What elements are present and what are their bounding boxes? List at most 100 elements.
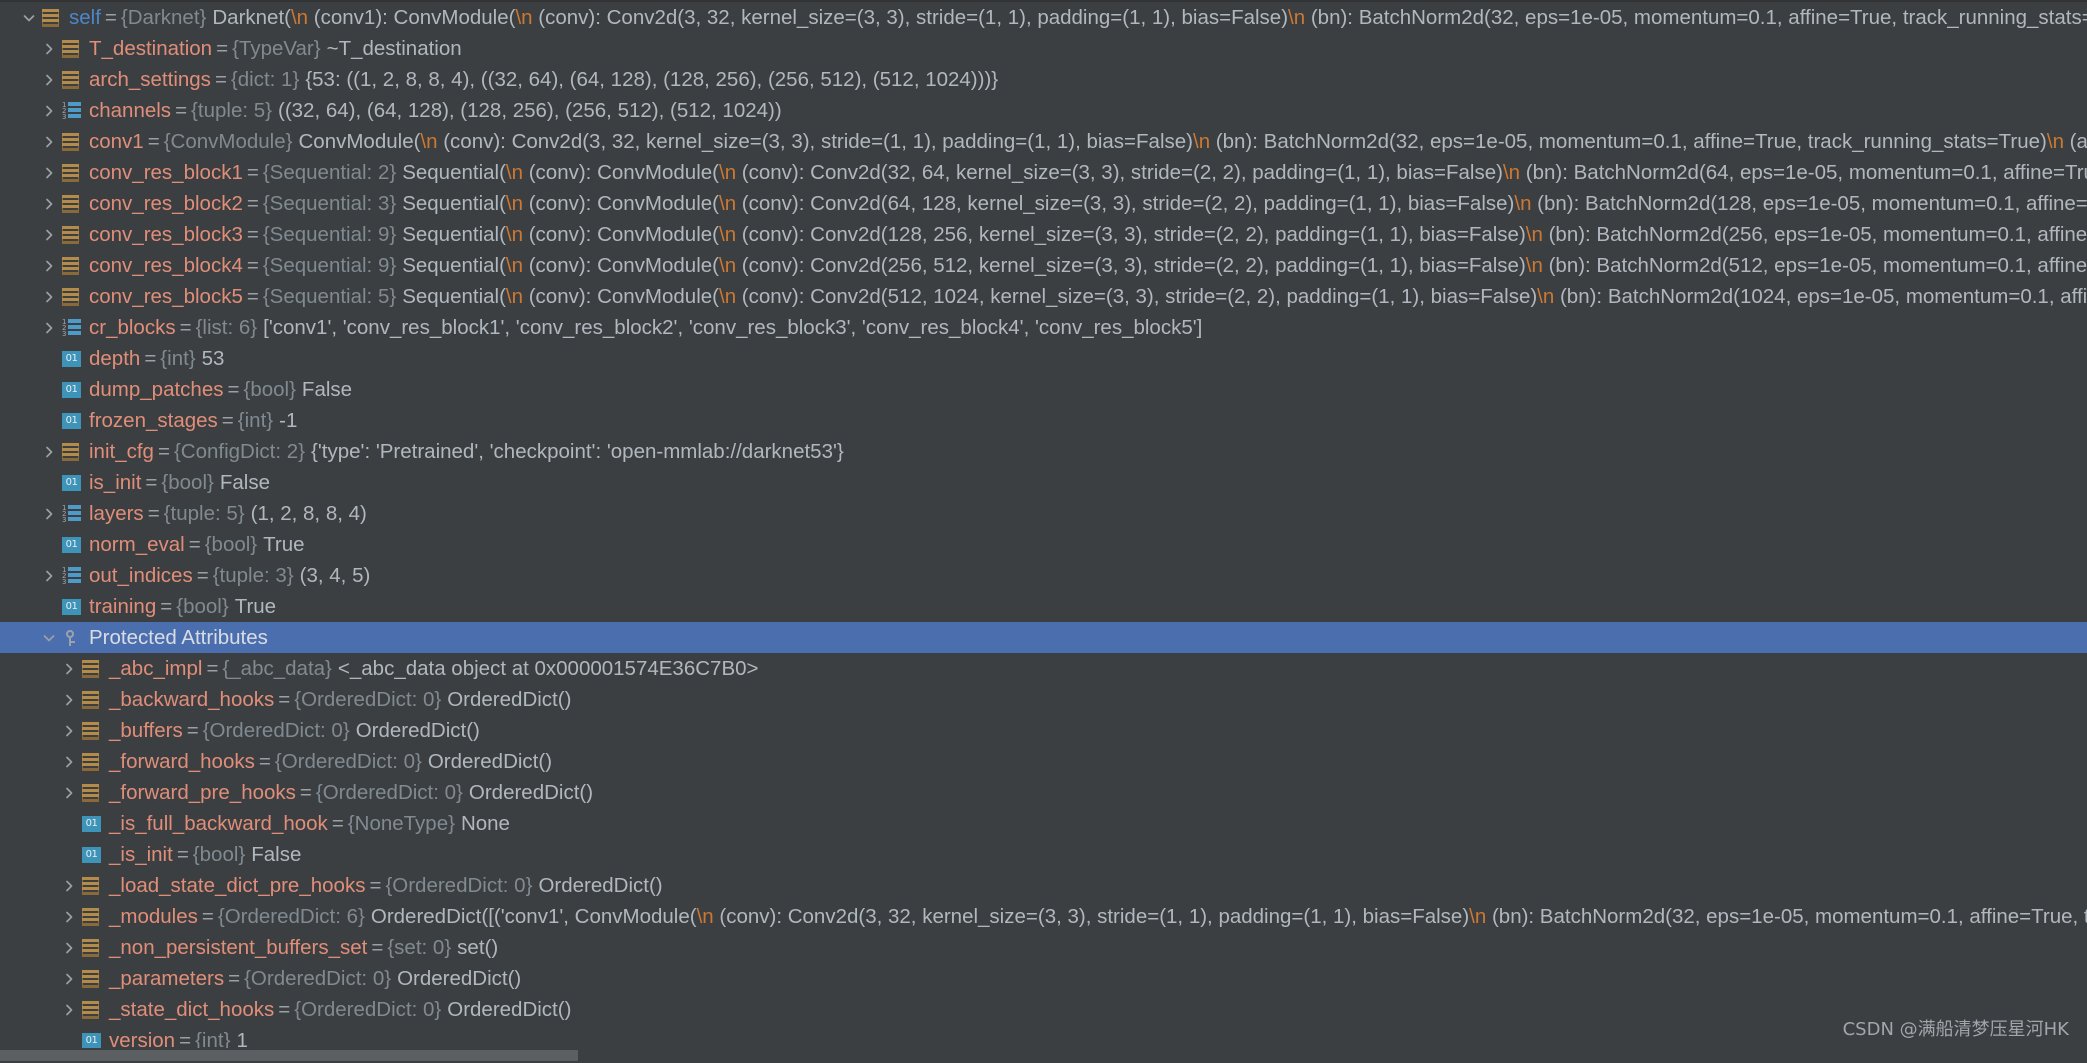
chevron-right-icon[interactable] [58, 777, 80, 808]
object-icon [80, 777, 102, 808]
escape-sequence: \n [1525, 254, 1543, 277]
equals-sign: = [201, 905, 214, 928]
variable-value: OrderedDict() [538, 874, 663, 897]
group-label: Protected Attributes [89, 626, 268, 649]
chevron-right-icon[interactable] [38, 498, 60, 529]
tree-variable-row[interactable]: _forward_hooks = {OrderedDict: 0} OrderedDi… [0, 746, 2087, 777]
tree-variable-row[interactable]: 1 2 3 layers = {tuple: 5} (1, 2, 8, 8, 4) [0, 498, 2087, 529]
chevron-right-icon[interactable] [38, 560, 60, 591]
chevron-right-icon[interactable] [58, 963, 80, 994]
chevron-right-icon[interactable] [38, 188, 60, 219]
variable-name: conv_res_block3 [89, 223, 243, 246]
tree-variable-row[interactable]: _load_state_dict_pre_hooks = {OrderedDict:… [0, 870, 2087, 901]
variable-value: False [301, 378, 353, 401]
variable-name: _modules [109, 905, 198, 928]
equals-sign: = [278, 688, 291, 711]
escape-sequence: \n [420, 130, 438, 153]
tree-variable-row[interactable]: T_destination = {TypeVar} ~T_destination [0, 33, 2087, 64]
chevron-right-icon[interactable] [58, 653, 80, 684]
variable-type: {Sequential: 5} [262, 285, 397, 308]
variable-type: {tuple: 5} [163, 502, 245, 525]
tree-variable-row[interactable]: _modules = {OrderedDict: 6} OrderedDict([('… [0, 901, 2087, 932]
escape-sequence: \n [515, 6, 533, 29]
variable-value: OrderedDict() [355, 719, 480, 742]
chevron-right-icon[interactable] [38, 126, 60, 157]
chevron-right-icon[interactable] [38, 33, 60, 64]
horizontal-scrollbar[interactable] [0, 1048, 2087, 1063]
tree-variable-row[interactable]: _non_persistent_buffers_set = {set: 0} set(… [0, 932, 2087, 963]
chevron-right-icon[interactable] [58, 746, 80, 777]
tree-variable-row[interactable]: _abc_impl = {_abc_data} <_abc_data object a… [0, 653, 2087, 684]
variables-tree[interactable]: self = {Darknet} Darknet(\n (conv1): ConvMo… [0, 2, 2087, 1052]
object-icon [80, 901, 102, 932]
horizontal-scrollbar-thumb[interactable] [0, 1050, 578, 1061]
equals-sign: = [331, 812, 344, 835]
tree-variable-row[interactable]: conv_res_block2 = {Sequential: 3} Sequentia… [0, 188, 2087, 219]
tree-variable-row[interactable]: 01 frozen_stages = {int} -1 [0, 405, 2087, 436]
chevron-right-icon[interactable] [38, 64, 60, 95]
tree-variable-row[interactable]: _backward_hooks = {OrderedDict: 0} OrderedD… [0, 684, 2087, 715]
tree-variable-row[interactable]: 1 2 3 cr_blocks = {list: 6} ['conv1', 'conv_re… [0, 312, 2087, 343]
chevron-right-icon[interactable] [58, 932, 80, 963]
tree-variable-row[interactable]: 01 norm_eval = {bool} True [0, 529, 2087, 560]
variable-type: {OrderedDict: 0} [202, 719, 350, 742]
chevron-right-icon[interactable] [58, 994, 80, 1025]
variable-name: _forward_pre_hooks [109, 781, 296, 804]
tree-variable-row[interactable]: 1 2 3 channels = {tuple: 5} ((32, 64), (64, 12… [0, 95, 2087, 126]
tree-variable-row[interactable]: arch_settings = {dict: 1} {53: ((1, 2, 8, 8… [0, 64, 2087, 95]
object-icon [60, 157, 82, 188]
variable-type: {tuple: 3} [212, 564, 294, 587]
chevron-down-icon[interactable] [38, 622, 60, 653]
variable-type: {OrderedDict: 0} [244, 967, 392, 990]
escape-sequence: \n [1537, 285, 1555, 308]
tree-variable-row[interactable]: _forward_pre_hooks = {OrderedDict: 0} Order… [0, 777, 2087, 808]
tree-variable-row[interactable]: conv_res_block4 = {Sequential: 9} Sequentia… [0, 250, 2087, 281]
chevron-down-icon[interactable] [18, 2, 40, 33]
chevron-right-icon[interactable] [38, 250, 60, 281]
chevron-right-icon[interactable] [38, 219, 60, 250]
chevron-right-icon[interactable] [58, 901, 80, 932]
tree-variable-row[interactable]: self = {Darknet} Darknet(\n (conv1): ConvMo… [0, 2, 2087, 33]
tree-variable-row[interactable]: 01 dump_patches = {bool} False [0, 374, 2087, 405]
object-icon [80, 746, 102, 777]
tree-variable-row[interactable]: conv1 = {ConvModule} ConvModule(\n (conv): … [0, 126, 2087, 157]
variable-value: OrderedDict() [397, 967, 522, 990]
chevron-right-icon[interactable] [58, 715, 80, 746]
tree-variable-row[interactable]: 01 _is_full_backward_hook = {NoneType} None [0, 808, 2087, 839]
variable-value: ((32, 64), (64, 128), (128, 256), (256, … [278, 99, 782, 122]
chevron-right-icon[interactable] [38, 436, 60, 467]
tree-group-row[interactable]: Protected Attributes [0, 622, 2087, 653]
variable-name: _non_persistent_buffers_set [109, 936, 368, 959]
equals-sign: = [186, 719, 199, 742]
chevron-right-icon[interactable] [58, 870, 80, 901]
object-icon [60, 33, 82, 64]
sequence-icon: 123 [60, 95, 82, 126]
variable-value: 53 [201, 347, 225, 370]
variable-type: {OrderedDict: 0} [274, 750, 422, 773]
tree-variable-row[interactable]: conv_res_block1 = {Sequential: 2} Sequentia… [0, 157, 2087, 188]
chevron-right-icon[interactable] [38, 95, 60, 126]
chevron-right-icon[interactable] [38, 157, 60, 188]
chevron-right-icon[interactable] [58, 684, 80, 715]
tree-variable-row[interactable]: 01 _is_init = {bool} False [0, 839, 2087, 870]
tree-variable-row[interactable]: _state_dict_hooks = {OrderedDict: 0} Ordere… [0, 994, 2087, 1025]
variable-type: {OrderedDict: 0} [385, 874, 533, 897]
tree-variable-row[interactable]: 1 2 3 out_indices = {tuple: 3} (3, 4, 5) [0, 560, 2087, 591]
object-icon [80, 932, 102, 963]
tree-variable-row[interactable]: 01 is_init = {bool} False [0, 467, 2087, 498]
escape-sequence: \n [719, 223, 737, 246]
tree-variable-row[interactable]: conv_res_block5 = {Sequential: 5} Sequentia… [0, 281, 2087, 312]
tree-variable-row[interactable]: 01 depth = {int} 53 [0, 343, 2087, 374]
chevron-right-icon[interactable] [38, 312, 60, 343]
variable-type: {bool} [192, 843, 246, 866]
variable-name: training [89, 595, 157, 618]
tree-variable-row[interactable]: _parameters = {OrderedDict: 0} OrderedDict(… [0, 963, 2087, 994]
tree-variable-row[interactable]: 01 training = {bool} True [0, 591, 2087, 622]
equals-sign: = [157, 440, 170, 463]
variable-value: OrderedDict() [468, 781, 594, 804]
tree-variable-row[interactable]: _buffers = {OrderedDict: 0} OrderedDict() [0, 715, 2087, 746]
sequence-icon: 123 [60, 560, 82, 591]
tree-variable-row[interactable]: init_cfg = {ConfigDict: 2} {'type': 'Pretra… [0, 436, 2087, 467]
chevron-right-icon[interactable] [38, 281, 60, 312]
tree-variable-row[interactable]: conv_res_block3 = {Sequential: 9} Sequentia… [0, 219, 2087, 250]
